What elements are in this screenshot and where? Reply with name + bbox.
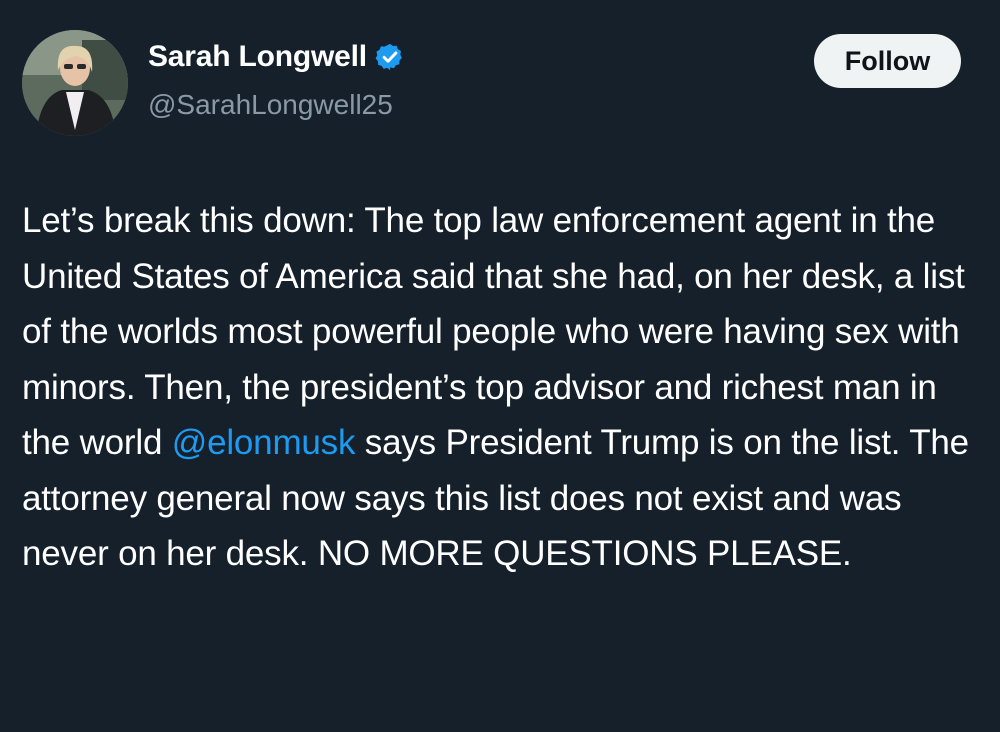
tweet-card: Sarah Longwell @SarahLongwell25 Follow L…: [0, 0, 1000, 732]
mention-link[interactable]: @elonmusk: [172, 423, 356, 462]
author-name-row: Sarah Longwell: [148, 40, 405, 74]
profile-photo: [22, 30, 128, 136]
author-display-name[interactable]: Sarah Longwell: [148, 40, 367, 74]
author-handle[interactable]: @SarahLongwell25: [148, 89, 393, 121]
follow-button[interactable]: Follow: [814, 34, 961, 88]
author-avatar[interactable]: [22, 30, 128, 136]
tweet-text: Let’s break this down: The top law enfor…: [22, 193, 982, 582]
verified-badge-icon: [375, 43, 402, 71]
